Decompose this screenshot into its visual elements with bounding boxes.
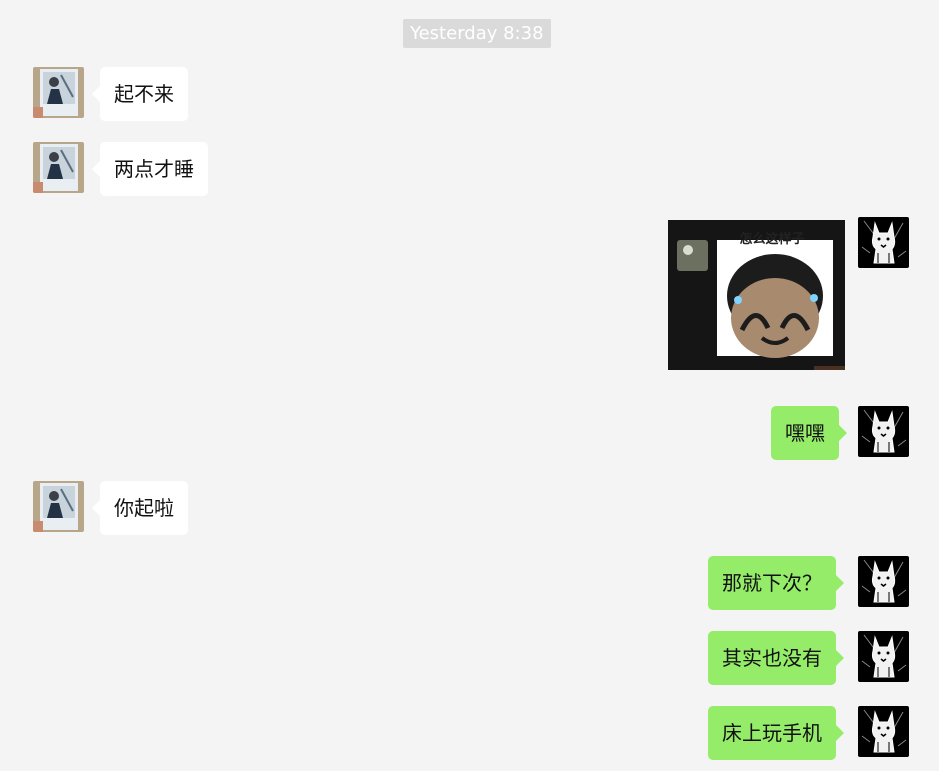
sticker-caption: 怎么这样子 xyxy=(739,232,805,247)
self-avatar[interactable] xyxy=(858,631,909,682)
contact-avatar[interactable] xyxy=(33,67,84,118)
chat-window: Yesterday 8:38 起不来 两点才睡 怎么这样子 嘿嘿 你起啦 那就下… xyxy=(0,0,939,771)
message-bubble-incoming[interactable]: 起不来 xyxy=(92,67,188,121)
contact-avatar[interactable] xyxy=(33,481,84,532)
message-bubble-outgoing[interactable]: 床上玩手机 xyxy=(708,706,844,760)
message-bubble-incoming[interactable]: 两点才睡 xyxy=(92,142,208,196)
self-avatar[interactable] xyxy=(858,556,909,607)
message-bubble-outgoing[interactable]: 那就下次？ xyxy=(708,556,844,610)
message-bubble-incoming[interactable]: 你起啦 xyxy=(92,481,188,535)
contact-avatar[interactable] xyxy=(33,142,84,193)
self-avatar[interactable] xyxy=(858,217,909,268)
self-avatar[interactable] xyxy=(858,406,909,457)
message-bubble-outgoing[interactable]: 其实也没有 xyxy=(708,631,844,685)
self-avatar[interactable] xyxy=(858,706,909,757)
message-timestamp: Yesterday 8:38 xyxy=(403,19,551,48)
message-bubble-outgoing[interactable]: 嘿嘿 xyxy=(771,406,847,460)
